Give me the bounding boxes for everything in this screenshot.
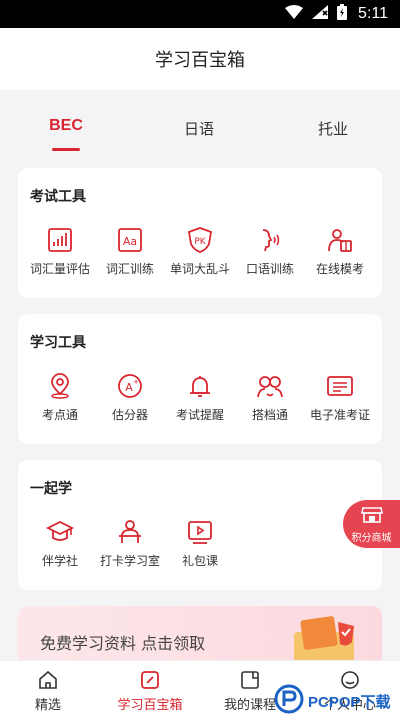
study-together-card: 一起学 伴学社 打卡学习室 礼包课 [18,460,382,590]
aa-letters-icon: Aa [93,226,167,254]
shield-pk-icon: PK [163,226,237,254]
tool-label: 电子准考证 [309,408,370,422]
toolbox-icon [105,669,195,691]
id-card-icon [303,372,377,400]
status-bar: 5:11 [0,0,400,28]
tool-checkin-study-room[interactable]: 打卡学习室 [93,518,167,569]
tool-online-mock[interactable]: 在线模考 [303,226,377,277]
tool-speaking-training[interactable]: 口语训练 [233,226,307,277]
tab-japanese[interactable]: 日语 [184,118,214,139]
promo-text: 免费学习资料 点击领取 [40,634,206,653]
grade-a-plus-icon: A + [93,372,167,400]
tool-label: 口语训练 [245,262,294,276]
study-together-title: 一起学 [30,481,72,497]
watermark-text: PCPOP下载 [308,693,391,711]
exam-tools-title: 考试工具 [30,189,86,205]
speaking-icon [233,226,307,254]
tool-exam-center[interactable]: 考点通 [23,372,97,423]
page-title: 学习百宝箱 [155,50,245,71]
watermark-logo-icon [274,684,304,718]
points-mall-label: 积分商城 [351,533,392,544]
tool-label: 伴学社 [41,554,78,568]
tool-exam-reminder[interactable]: 考试提醒 [163,372,237,423]
exam-tools-card: 考试工具 词汇量评估 Aa 词汇训练 PK 单词大乱斗 口语训练 在线模考 [18,168,382,298]
wifi-icon [285,5,304,23]
tab-bec[interactable]: BEC [49,117,83,135]
tool-partner-finder[interactable]: 搭档通 [233,372,307,423]
desk-person-icon [93,518,167,546]
nav-featured[interactable]: 精选 [3,669,93,713]
active-tab-indicator [52,148,80,151]
tool-label: 词汇训练 [105,262,154,276]
study-tools-title: 学习工具 [30,335,86,351]
tab-toeic[interactable]: 托业 [318,118,348,139]
tool-e-admission-ticket[interactable]: 电子准考证 [303,372,377,423]
tool-gift-course[interactable]: 礼包课 [163,518,237,569]
watermark: PCPOP下载 [274,682,391,720]
tool-vocab-assessment[interactable]: 词汇量评估 [23,226,97,277]
location-pin-icon [23,372,97,400]
tab-bar: BEC 日语 托业 [0,92,400,154]
page-header: 学习百宝箱 [0,28,400,90]
video-play-icon [163,518,237,546]
study-tools-card: 学习工具 考点通 A + 估分器 考试提醒 搭档通 电子准考证 [18,314,382,444]
svg-text:+: + [133,378,139,386]
tool-score-estimator[interactable]: A + 估分器 [93,372,167,423]
battery-icon [337,4,348,24]
tool-label: 在线模考 [315,262,364,276]
tool-label: 估分器 [111,408,148,422]
tool-vocab-training[interactable]: Aa 词汇训练 [93,226,167,277]
tool-label: 词汇量评估 [29,262,90,276]
tool-label: 单词大乱斗 [169,262,230,276]
bar-chart-icon [23,226,97,254]
nav-toolbox[interactable]: 学习百宝箱 [105,669,195,713]
tool-label: 考点通 [41,408,78,422]
svg-text:PK: PK [194,237,206,247]
tool-label: 打卡学习室 [99,554,160,568]
store-icon [360,507,383,528]
person-book-icon [303,226,377,254]
status-time: 5:11 [358,5,388,22]
tool-label: 考试提醒 [175,408,224,422]
home-icon [3,669,93,691]
tool-study-club[interactable]: 伴学社 [23,518,97,569]
bell-icon [163,372,237,400]
svg-text:A: A [125,381,133,394]
nav-label: 学习百宝箱 [117,698,183,713]
tool-label: 搭档通 [251,408,288,422]
tool-word-battle[interactable]: PK 单词大乱斗 [163,226,237,277]
partners-icon [233,372,307,400]
tool-label: 礼包课 [181,554,218,568]
signal-icon [312,5,329,23]
graduation-cap-icon [23,518,97,546]
points-mall-button[interactable]: 积分商城 [343,500,400,548]
nav-label: 精选 [34,698,61,713]
svg-text:Aa: Aa [123,235,137,248]
